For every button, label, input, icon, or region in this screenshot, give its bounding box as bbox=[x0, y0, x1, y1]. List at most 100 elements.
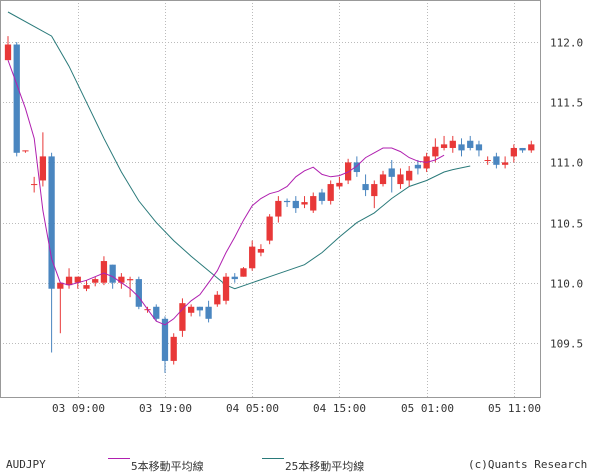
candle-body bbox=[31, 184, 38, 186]
candle bbox=[214, 291, 221, 307]
candle bbox=[301, 196, 308, 209]
ma25-line bbox=[7, 11, 471, 290]
ma25-legend-label: 25本移動平均線 bbox=[285, 460, 365, 473]
candle-body bbox=[22, 150, 29, 152]
candle bbox=[467, 135, 474, 151]
candle bbox=[196, 306, 204, 317]
candle-body bbox=[292, 200, 299, 209]
candle bbox=[501, 156, 509, 169]
candle bbox=[397, 168, 404, 189]
candle-body bbox=[449, 140, 456, 148]
candle bbox=[83, 280, 90, 292]
candle bbox=[65, 268, 73, 289]
candle-body bbox=[406, 170, 413, 181]
x-tick-label: 03 19:00 bbox=[139, 402, 192, 415]
candle bbox=[458, 138, 465, 157]
candle-body bbox=[13, 44, 20, 153]
candle bbox=[249, 240, 256, 271]
candle bbox=[31, 176, 38, 193]
chart-canvas: 112.0111.5111.0110.5110.0109.5 03 09:00 0… bbox=[0, 0, 583, 415]
y-tick-label: 110.5 bbox=[550, 218, 583, 231]
candle bbox=[13, 42, 20, 157]
candle bbox=[327, 180, 334, 205]
candle bbox=[240, 267, 247, 277]
y-axis-ticks: 112.0 111.5 111.0 110.5 110.0 109.5 bbox=[550, 37, 583, 351]
candle-body bbox=[39, 156, 47, 181]
candle bbox=[22, 150, 29, 153]
candle bbox=[440, 135, 448, 151]
candle-body bbox=[318, 192, 326, 201]
candle bbox=[371, 180, 378, 209]
candle bbox=[379, 170, 387, 187]
candle bbox=[266, 214, 273, 245]
y-tick-label: 109.5 bbox=[550, 338, 583, 351]
candle-body bbox=[283, 200, 291, 203]
candle-body bbox=[214, 294, 221, 305]
grid-lines bbox=[0, 0, 540, 397]
candle-body bbox=[249, 246, 256, 269]
y-tick-label: 111.0 bbox=[550, 157, 583, 170]
candle-body bbox=[196, 306, 204, 311]
candle bbox=[519, 147, 526, 153]
symbol-label: AUDJPY bbox=[6, 458, 46, 471]
candle-body bbox=[310, 196, 317, 211]
candle-body bbox=[135, 279, 142, 307]
y-tick-label: 111.5 bbox=[550, 97, 583, 110]
candle-body bbox=[484, 160, 491, 162]
candle-body bbox=[205, 306, 212, 319]
plot-border bbox=[0, 0, 541, 398]
candles-layer bbox=[4, 36, 535, 373]
candle bbox=[39, 132, 47, 187]
candle-body bbox=[467, 140, 474, 148]
candle bbox=[318, 188, 326, 205]
credit-label: (c)Quants Research bbox=[468, 458, 588, 471]
x-axis-ticks: 03 09:00 03 19:00 04 05:00 04 15:00 05 01:00… bbox=[52, 402, 541, 415]
y-tick-label: 112.0 bbox=[550, 37, 583, 50]
candle-body bbox=[188, 306, 195, 313]
candle-body bbox=[388, 168, 395, 177]
candle bbox=[493, 152, 500, 169]
candle-body bbox=[510, 147, 517, 157]
candle bbox=[484, 156, 491, 165]
ma5-legend-label: 5本移動平均線 bbox=[131, 460, 204, 473]
candle-body bbox=[440, 144, 448, 148]
candle-body bbox=[414, 164, 422, 169]
candle-body bbox=[371, 184, 378, 197]
candle bbox=[4, 36, 12, 61]
candle-body bbox=[170, 336, 177, 361]
x-tick-label: 05 11:00 bbox=[488, 402, 541, 415]
candle-body bbox=[501, 162, 509, 165]
candle bbox=[179, 298, 186, 337]
candle bbox=[188, 304, 195, 317]
x-tick-label: 03 09:00 bbox=[52, 402, 105, 415]
candle bbox=[275, 196, 282, 223]
candle bbox=[57, 282, 64, 334]
candle-body bbox=[432, 146, 439, 157]
candle-body bbox=[126, 279, 134, 281]
candle-body bbox=[92, 279, 99, 283]
candle-body bbox=[118, 276, 125, 283]
candle bbox=[170, 333, 177, 365]
candle-body bbox=[109, 264, 116, 283]
candle bbox=[310, 192, 317, 213]
candle-body bbox=[240, 268, 247, 277]
candle-body bbox=[327, 184, 334, 201]
candle bbox=[222, 273, 230, 305]
candle bbox=[135, 276, 142, 310]
candle-body bbox=[275, 200, 282, 217]
ma25-legend-swatch bbox=[262, 458, 284, 459]
ma25-line-layer bbox=[7, 11, 471, 290]
candle-body bbox=[336, 182, 343, 187]
candle bbox=[362, 174, 369, 197]
candle-body bbox=[379, 174, 387, 185]
candle bbox=[48, 152, 55, 353]
candle-body bbox=[519, 147, 526, 151]
candle bbox=[231, 273, 238, 283]
chart-footer: AUDJPY 5本移動平均線 25本移動平均線 (c)Quants Resear… bbox=[0, 455, 600, 475]
candle-body bbox=[257, 249, 265, 253]
x-tick-label: 04 05:00 bbox=[226, 402, 279, 415]
candle-body bbox=[301, 202, 308, 205]
candle bbox=[475, 140, 483, 157]
candle-body bbox=[362, 184, 369, 191]
candle-body bbox=[475, 144, 483, 151]
